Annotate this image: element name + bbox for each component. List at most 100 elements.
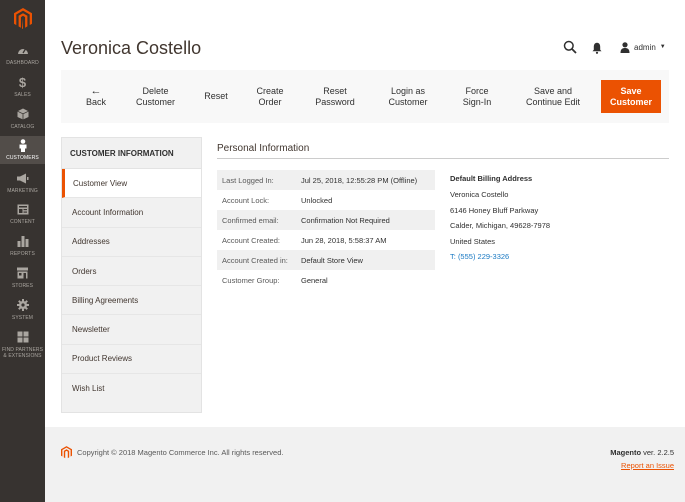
magento-logo-icon[interactable] xyxy=(0,0,45,36)
table-row: Account Lock: Unlocked xyxy=(217,190,435,210)
reset-password-button[interactable]: Reset Password xyxy=(311,70,359,123)
tab-addresses[interactable]: Addresses xyxy=(62,228,201,257)
button-label: Login as xyxy=(390,85,426,96)
person-icon xyxy=(18,138,28,152)
row-label: Confirmed email: xyxy=(222,215,279,225)
tab-wish-list[interactable]: Wish List xyxy=(62,374,201,403)
button-label: Save xyxy=(620,85,642,96)
menu-label: CONTENT xyxy=(10,219,35,225)
menu-label: FIND PARTNERS & EXTENSIONS xyxy=(1,347,44,359)
row-label: Last Logged In: xyxy=(222,175,274,185)
button-label: Customer xyxy=(135,96,175,107)
arrow-left-icon: ← xyxy=(90,84,102,97)
personal-info-table: Last Logged In: Jul 25, 2018, 12:55:28 P… xyxy=(217,170,435,290)
chevron-down-icon: ▼ xyxy=(659,44,666,50)
menu-label: CATALOG xyxy=(10,124,35,130)
menu-label: CUSTOMERS xyxy=(6,155,39,161)
menu-item-content[interactable]: CONTENT xyxy=(0,202,45,234)
table-row: Last Logged In: Jul 25, 2018, 12:55:28 P… xyxy=(217,170,435,190)
delete-customer-button[interactable]: Delete Customer xyxy=(133,70,178,123)
user-icon xyxy=(620,41,630,53)
menu-label: SALES xyxy=(14,92,31,98)
tab-product-reviews[interactable]: Product Reviews xyxy=(62,345,201,375)
row-value: Confirmation Not Required xyxy=(301,215,390,225)
row-label: Account Created in: xyxy=(222,255,288,265)
menu-item-find-partners[interactable]: FIND PARTNERS & EXTENSIONS xyxy=(0,330,45,362)
button-label: Sign-In xyxy=(462,96,492,107)
row-label: Customer Group: xyxy=(222,275,280,285)
page-footer xyxy=(45,427,685,502)
menu-label: MARKETING xyxy=(7,188,38,194)
reset-button[interactable]: Reset xyxy=(201,70,231,123)
megaphone-icon xyxy=(16,171,29,185)
row-value: General xyxy=(301,275,328,285)
gear-icon xyxy=(16,298,29,312)
version-text: ver. 2.2.5 xyxy=(643,448,674,457)
phone-link[interactable]: (555) 229-3326 xyxy=(458,252,509,261)
button-label: Save and xyxy=(533,85,573,96)
brand-name: Magento xyxy=(610,448,642,457)
search-icon[interactable] xyxy=(563,40,577,54)
button-label: Password xyxy=(315,96,355,107)
billing-name: Veronica Costello xyxy=(450,190,509,199)
button-label: Delete xyxy=(142,85,169,96)
menu-item-sales[interactable]: $ SALES xyxy=(0,75,45,107)
report-issue-link[interactable]: Report an Issue xyxy=(621,461,674,470)
menu-item-stores[interactable]: STORES xyxy=(0,266,45,298)
billing-country: United States xyxy=(450,236,496,246)
version-info: Magento ver. 2.2.5 xyxy=(610,448,674,457)
layout-icon xyxy=(17,202,29,216)
bar-chart-icon xyxy=(17,234,29,248)
menu-item-reports[interactable]: REPORTS xyxy=(0,234,45,266)
row-label: Account Created: xyxy=(222,235,280,245)
tab-newsletter[interactable]: Newsletter xyxy=(62,315,201,345)
save-customer-button[interactable]: Save Customer xyxy=(601,80,661,113)
section-title: Personal Information xyxy=(217,143,310,154)
button-label: Customer xyxy=(388,96,428,107)
create-order-button[interactable]: Create Order xyxy=(251,70,289,123)
menu-item-customers[interactable]: CUSTOMERS xyxy=(0,136,45,164)
menu-item-dashboard[interactable]: DASHBOARD xyxy=(0,43,45,75)
billing-city: Calder, Michigan, 49628-7978 xyxy=(450,221,551,231)
table-row: Customer Group: General xyxy=(217,270,435,290)
tab-account-information[interactable]: Account Information xyxy=(62,198,201,228)
magento-logo-icon xyxy=(61,446,72,459)
force-sign-in-button[interactable]: Force Sign-In xyxy=(459,70,495,123)
page-actions-toolbar: ← Back Delete Customer Reset Create Orde… xyxy=(61,70,669,123)
row-value: Unlocked xyxy=(301,195,333,205)
billing-title: Default Billing Address xyxy=(450,174,533,183)
page-title: Veronica Costello xyxy=(61,38,202,58)
row-label: Account Lock: xyxy=(222,195,270,205)
save-and-continue-button[interactable]: Save and Continue Edit xyxy=(521,70,585,123)
tab-orders[interactable]: Orders xyxy=(62,257,201,287)
phone-prefix: T: xyxy=(450,252,456,262)
menu-item-system[interactable]: SYSTEM xyxy=(0,298,45,330)
table-row: Account Created: Jun 28, 2018, 5:58:37 A… xyxy=(217,230,435,250)
divider xyxy=(217,158,669,159)
button-label: Order xyxy=(258,96,282,107)
menu-label: SYSTEM xyxy=(11,315,34,321)
table-row: Account Created in: Default Store View xyxy=(217,250,435,270)
partners-icon xyxy=(17,330,29,344)
menu-item-catalog[interactable]: CATALOG xyxy=(0,107,45,139)
default-billing-address: Default Billing Address Veronica Costell… xyxy=(450,174,550,268)
table-row: Confirmed email: Confirmation Not Requir… xyxy=(217,210,435,230)
tab-billing-agreements[interactable]: Billing Agreements xyxy=(62,286,201,316)
bell-icon[interactable] xyxy=(592,41,602,54)
menu-item-marketing[interactable]: MARKETING xyxy=(0,171,45,203)
menu-label: DASHBOARD xyxy=(6,60,39,66)
admin-sidebar: DASHBOARD $ SALES CATALOG CUSTOMERS MARK… xyxy=(0,0,45,502)
menu-label: STORES xyxy=(11,283,34,289)
dashboard-icon xyxy=(17,43,29,57)
menu-label: REPORTS xyxy=(10,251,35,257)
user-menu[interactable]: admin ▼ xyxy=(620,41,666,53)
box-icon xyxy=(16,107,29,121)
back-button[interactable]: ← Back xyxy=(81,70,111,123)
billing-street: 6146 Honey Bluff Parkway xyxy=(450,205,539,215)
button-label: Customer xyxy=(609,96,652,107)
row-value: Jun 28, 2018, 5:58:37 AM xyxy=(301,235,387,245)
login-as-customer-button[interactable]: Login as Customer xyxy=(384,70,432,123)
tabs-heading: CUSTOMER INFORMATION xyxy=(62,138,201,169)
user-name: admin xyxy=(634,42,656,52)
tab-customer-view[interactable]: Customer View xyxy=(62,169,201,199)
